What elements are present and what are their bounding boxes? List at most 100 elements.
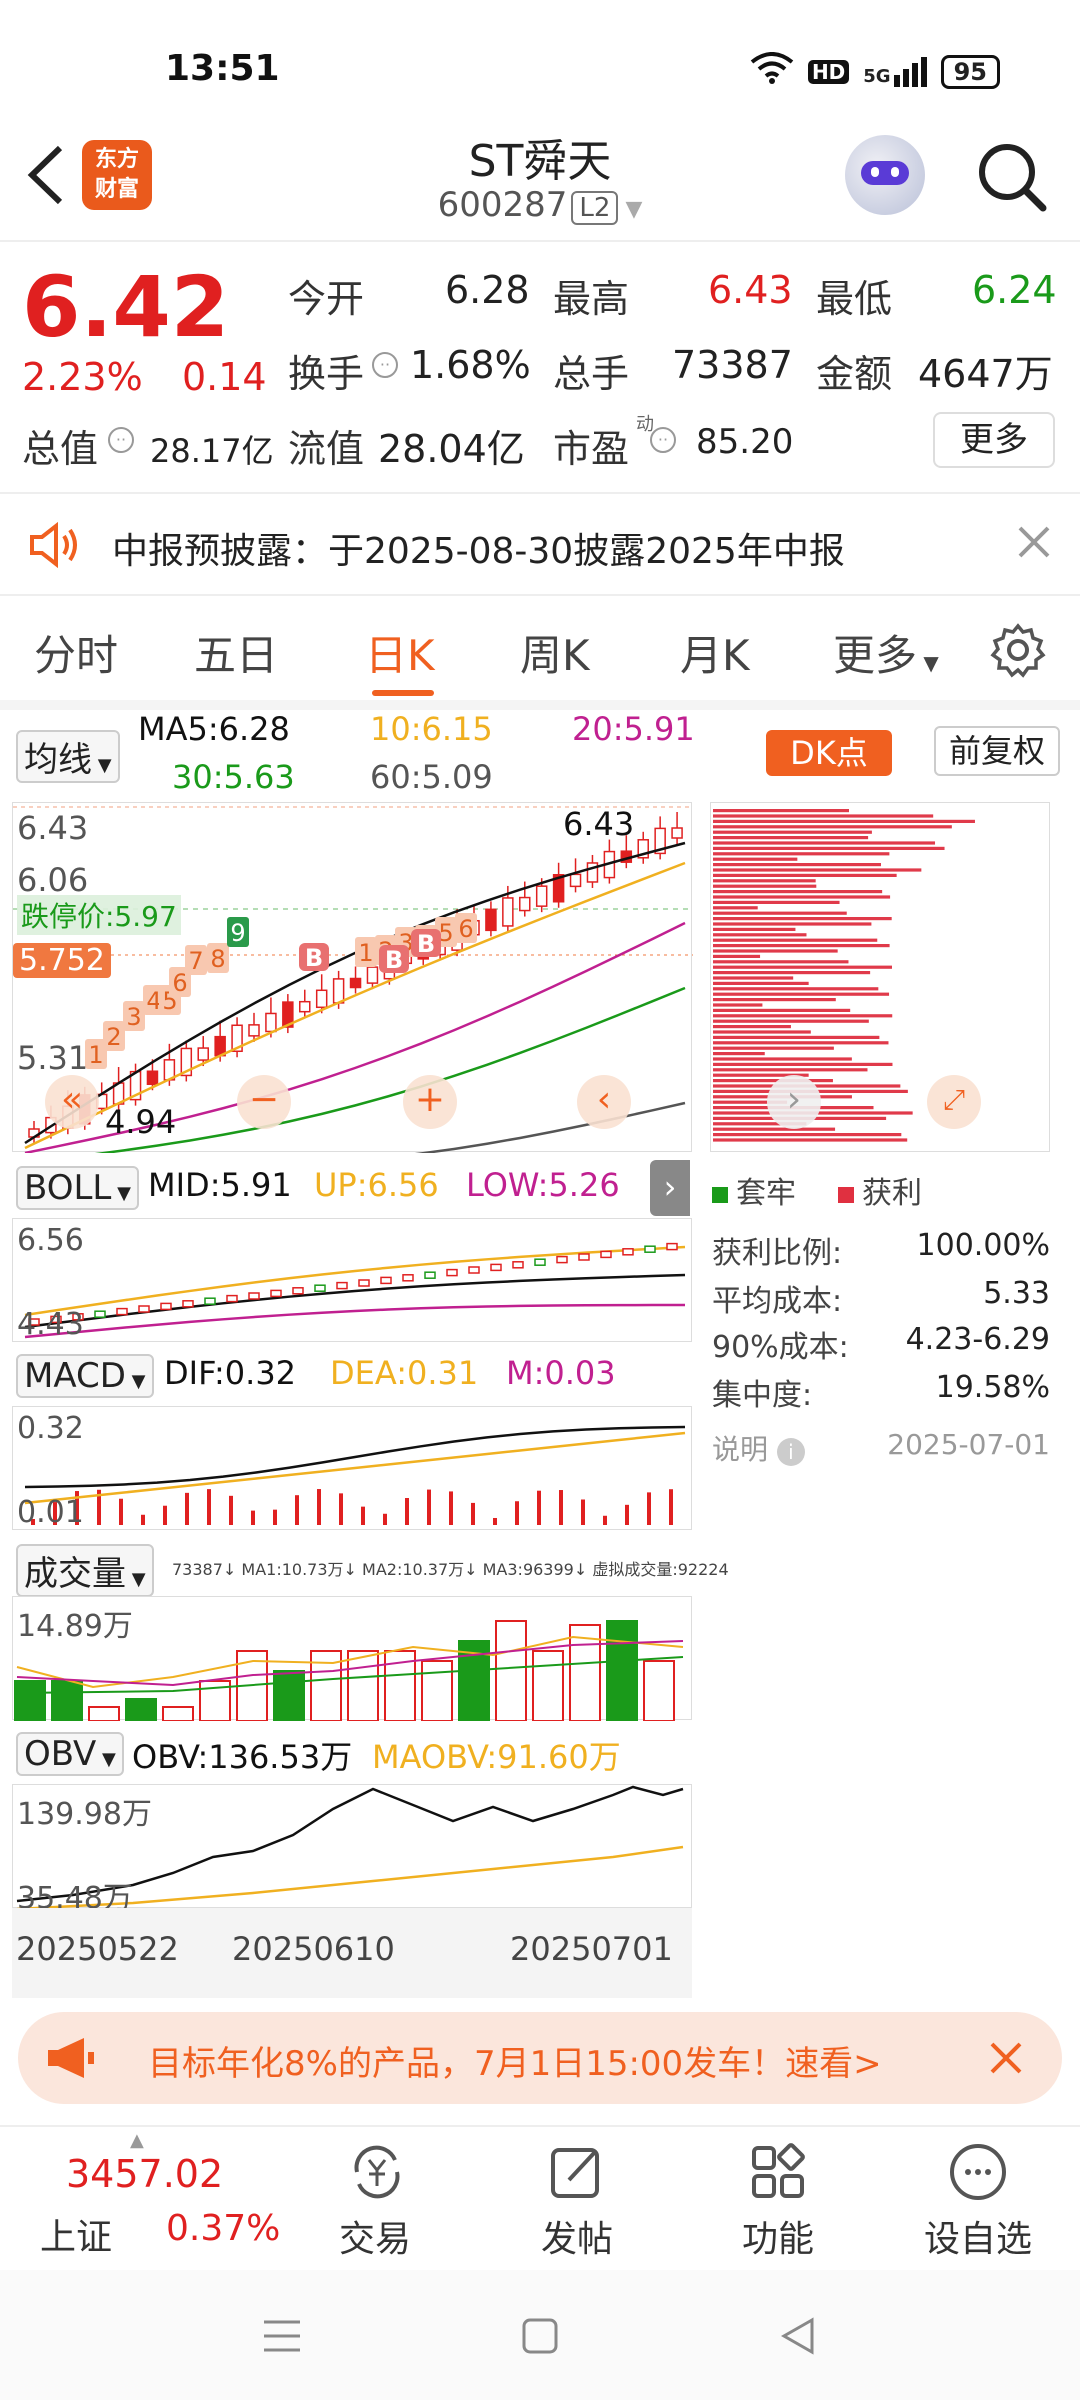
tab-weekly-k[interactable]: 周K [520, 622, 590, 683]
turnover-label: 换手 [288, 352, 365, 396]
boll-candle [512, 1261, 524, 1269]
zoom-out-icon[interactable]: − [237, 1075, 291, 1129]
close-icon[interactable] [986, 2038, 1026, 2082]
volume-bar [421, 1660, 453, 1722]
boll-candle [270, 1289, 282, 1298]
boll-candle [358, 1279, 370, 1287]
battery-icon: 95 [940, 54, 1000, 89]
macd-bar [515, 1501, 519, 1525]
cursor-price-label: 5.752 [13, 943, 111, 978]
macd-bar [207, 1489, 211, 1525]
low-label: 最低 [816, 277, 893, 321]
chip-bar [713, 987, 879, 991]
chip-note[interactable]: 说明 i [712, 1428, 805, 1468]
info-icon[interactable]: ·· [108, 427, 134, 453]
candle [502, 897, 514, 927]
chip-date: 2025-07-01 [887, 1428, 1050, 1461]
notice-bar[interactable]: 中报预披露：于2025-08-30披露2025年中报 [0, 492, 1080, 596]
candle [332, 978, 345, 1004]
adjust-button[interactable]: 前复权 [934, 726, 1060, 776]
boll-tick: 6.56 [17, 1223, 84, 1258]
nav-left-icon[interactable]: ‹ [577, 1075, 631, 1129]
dk-button[interactable]: DK点 [766, 730, 892, 776]
chip-distribution[interactable]: › ⤢ [710, 802, 1050, 1152]
date-tick: 20250701 [510, 1930, 673, 1968]
legend-trapped-label: 套牢 [736, 1176, 796, 1211]
macd-chart[interactable]: 0.32 0.01 [12, 1406, 692, 1530]
caret-down-icon: ▼ [917, 651, 939, 675]
tab-intraday[interactable]: 分时 [34, 622, 118, 683]
ma5-value: MA5:6.28 [138, 710, 290, 748]
macd-bar [493, 1517, 497, 1525]
obv-selector[interactable]: OBV ▼ [16, 1732, 124, 1776]
promo-banner[interactable]: 目标年化8%的产品，7月1日15:00发车！速看> [18, 2012, 1062, 2104]
tab-five-day[interactable]: 五日 [194, 622, 278, 683]
macd-bar [295, 1495, 299, 1525]
volume-chart[interactable]: 14.89万 [12, 1596, 692, 1722]
trade-icon [345, 2140, 409, 2208]
tab-monthly-k[interactable]: 月K [680, 622, 750, 683]
volume-bar [14, 1680, 46, 1722]
macd-m: M:0.03 [506, 1354, 616, 1392]
sequence-number: 8 [210, 945, 225, 973]
chip-bar [713, 879, 816, 883]
settings-gear-icon[interactable] [990, 622, 1046, 682]
chip-row-label: 获利比例: [712, 1236, 843, 1271]
index-value[interactable]: 3457.02 [66, 2152, 223, 2196]
chip-bar [713, 976, 794, 980]
kline-chart[interactable]: 123456789123456BBB 6.43 6.06 跌停价:5.97 5.… [12, 802, 693, 1168]
period-tabs: 分时 五日 日K 周K 月K 更多 ▼ [0, 600, 1080, 700]
macd-bar [405, 1498, 409, 1525]
volume-selector[interactable]: 成交量 ▼ [16, 1544, 154, 1597]
amount-value: 4647万 [918, 352, 1053, 396]
chip-nav-right-icon[interactable]: › [767, 1075, 821, 1129]
chip-bar [713, 933, 807, 937]
obv-chart[interactable]: 139.98万 35.48万 [12, 1784, 692, 1916]
function-button[interactable]: 功能 [708, 2210, 848, 2262]
back-nav-icon[interactable] [780, 2316, 816, 2360]
chip-bar [713, 1133, 902, 1137]
macd-selector[interactable]: MACD ▼ [16, 1354, 154, 1398]
mcap-value: 28.17亿 [150, 432, 274, 470]
boll-candle [402, 1274, 414, 1282]
kline-tick: 5.31 [17, 1039, 89, 1077]
assistant-avatar-icon[interactable] [845, 135, 925, 215]
chip-canvas [713, 809, 975, 1142]
boll-candle [116, 1307, 128, 1316]
tab-more[interactable]: 更多 ▼ [833, 622, 939, 683]
boll-candle [468, 1266, 480, 1274]
info-icon[interactable]: ·· [372, 352, 398, 378]
add-watchlist-button[interactable]: 设自选 [908, 2210, 1048, 2262]
candle [315, 989, 328, 1009]
close-icon[interactable] [1016, 524, 1052, 564]
candle [519, 896, 531, 912]
post-button[interactable]: 发帖 [507, 2210, 647, 2262]
more-button[interactable]: 更多 [933, 412, 1055, 468]
menu-icon[interactable] [262, 2318, 302, 2358]
nav-prev-icon[interactable]: « [45, 1075, 99, 1129]
boll-candle [182, 1300, 194, 1308]
collapse-arrow-icon[interactable]: › [650, 1160, 690, 1216]
tab-daily-k[interactable]: 日K [365, 622, 435, 683]
info-icon[interactable]: ·· [650, 427, 676, 453]
chip-bar [713, 1035, 880, 1039]
chip-row-value: 100.00% [916, 1228, 1050, 1263]
trade-button[interactable]: 交易 [305, 2210, 445, 2262]
info-icon: i [776, 1438, 805, 1466]
boll-selector[interactable]: BOLL ▼ [16, 1166, 139, 1210]
sequence-number: 6 [458, 915, 473, 943]
legend-trapped: 套牢 [712, 1168, 796, 1212]
expand-icon[interactable]: ⤢ [927, 1075, 981, 1129]
zoom-in-icon[interactable]: + [403, 1075, 457, 1129]
chip-bar [713, 1068, 868, 1072]
pe-value: 85.20 [696, 422, 794, 462]
macd-bar [537, 1490, 541, 1525]
home-icon[interactable] [522, 2316, 558, 2360]
search-icon[interactable] [975, 140, 1049, 218]
macd-bar [339, 1493, 343, 1525]
boll-candle [556, 1255, 568, 1264]
high-value: 6.43 [708, 268, 793, 312]
ma-selector[interactable]: 均线 ▼ [16, 730, 120, 783]
boll-candle [336, 1281, 348, 1290]
boll-chart[interactable]: 6.56 4.43 [12, 1218, 692, 1342]
